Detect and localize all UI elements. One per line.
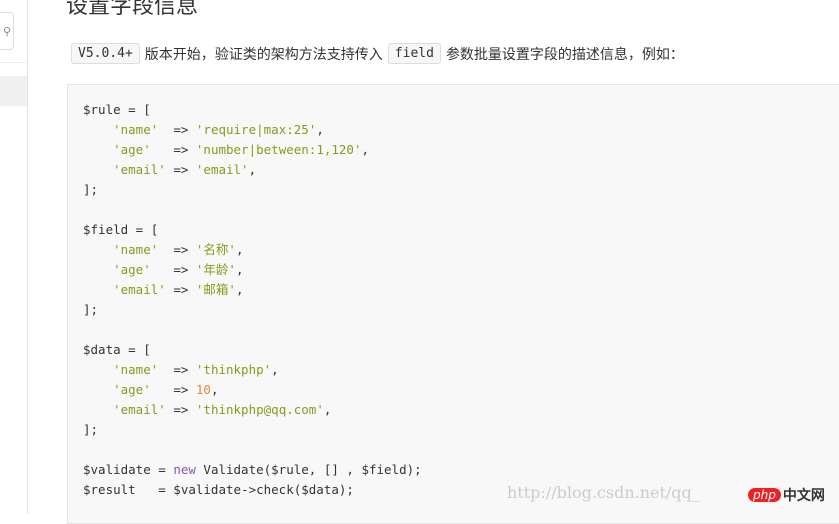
- code-token: $field = [: [83, 222, 159, 237]
- code-token: ,: [235, 262, 244, 277]
- code-token: 'age': [113, 142, 151, 157]
- code-token: ,: [235, 242, 244, 257]
- code-token: =>: [150, 382, 196, 397]
- code-token: 'name': [113, 242, 159, 257]
- code-token: ];: [83, 182, 99, 197]
- code-token: 'email': [113, 162, 166, 177]
- code-token: '邮箱': [195, 282, 236, 297]
- search-button[interactable]: ⚲: [0, 12, 14, 50]
- code-token: 'require|max:25': [195, 122, 317, 137]
- php-cn-logo: php 中文网: [748, 485, 825, 505]
- code-token: =>: [158, 242, 196, 257]
- code-token: =>: [150, 142, 196, 157]
- code-line: 'email' => 'thinkphp@qq.com',: [83, 400, 839, 420]
- code-token: =>: [165, 402, 196, 417]
- code-token: ,: [323, 402, 332, 417]
- code-token: 'age': [113, 382, 151, 397]
- logo-text: 中文网: [782, 488, 825, 504]
- code-token: '名称': [195, 242, 236, 257]
- code-token: $rule = [: [83, 102, 151, 117]
- code-token: ,: [248, 162, 257, 177]
- code-token: ,: [210, 382, 219, 397]
- code-line: 'age' => '年龄',: [83, 260, 839, 280]
- code-token: =>: [165, 162, 196, 177]
- section-heading: 设置字段信息: [66, 0, 199, 19]
- code-token: 'name': [113, 122, 159, 137]
- code-token: ,: [316, 122, 324, 137]
- code-token: =>: [158, 122, 196, 137]
- code-line: $validate = new Validate($rule, [] , $fi…: [83, 460, 839, 480]
- intro-text-1: 版本开始，验证类的架构方法支持传入: [144, 46, 383, 63]
- code-block: $rule = [ 'name' => 'require|max:25', 'a…: [67, 84, 839, 524]
- code-line: 'name' => '名称',: [83, 240, 839, 260]
- watermark: http://blog.csdn.net/qq_: [507, 483, 700, 502]
- code-token: 'email': [195, 162, 249, 177]
- code-line: $result = $validate->check($data);: [83, 480, 839, 500]
- code-token: Validate($rule, [] , $field);: [195, 462, 422, 477]
- code-line: ];: [83, 420, 839, 440]
- code-token: 'number|between:1,120': [195, 142, 362, 157]
- code-token: =>: [165, 282, 196, 297]
- sidebar: ⚲: [0, 0, 28, 514]
- code-token: $validate =: [83, 462, 174, 477]
- code-token: ];: [83, 302, 99, 317]
- code-token: ];: [83, 422, 99, 437]
- code-line: 'name' => 'require|max:25',: [83, 120, 839, 140]
- code-token: new: [173, 462, 196, 477]
- code-token: 'name': [113, 362, 159, 377]
- code-line: 'age' => 10,: [83, 380, 839, 400]
- code-token: $result = $validate->check($data);: [83, 482, 354, 497]
- code-line: ];: [83, 300, 839, 320]
- divider: [0, 62, 27, 63]
- code-line: 'name' => 'thinkphp',: [83, 360, 839, 380]
- code-token: 'thinkphp@qq.com': [195, 402, 324, 417]
- code-line: 'email' => '邮箱',: [83, 280, 839, 300]
- code-token: 'thinkphp': [195, 362, 272, 377]
- code-token: =>: [158, 362, 196, 377]
- search-icon: ⚲: [2, 25, 11, 38]
- code-token: ,: [271, 362, 279, 377]
- code-line: 'age' => 'number|between:1,120',: [83, 140, 839, 160]
- version-code: V5.0.4+: [71, 43, 140, 64]
- code-token: $data = [: [83, 342, 151, 357]
- logo-badge: php: [748, 488, 781, 502]
- sidebar-item-active[interactable]: [0, 76, 27, 106]
- intro-paragraph: V5.0.4+ 版本开始，验证类的架构方法支持传入 field 参数批量设置字段…: [71, 43, 684, 64]
- code-line: ];: [83, 180, 839, 200]
- intro-text-2: 参数批量设置字段的描述信息，例如：: [445, 46, 684, 63]
- code-token: ,: [235, 282, 244, 297]
- field-code: field: [387, 43, 441, 64]
- code-token: 'email': [113, 402, 166, 417]
- code-token: '年龄': [195, 262, 236, 277]
- code-line: $data = [: [83, 340, 839, 360]
- code-token: ,: [361, 142, 370, 157]
- code-token: 'email': [113, 282, 166, 297]
- code-line: 'email' => 'email',: [83, 160, 839, 180]
- code-line: $rule = [: [83, 100, 839, 120]
- code-token: 10: [195, 382, 211, 397]
- code-token: =>: [150, 262, 196, 277]
- code-token: 'age': [113, 262, 151, 277]
- code-line: $field = [: [83, 220, 839, 240]
